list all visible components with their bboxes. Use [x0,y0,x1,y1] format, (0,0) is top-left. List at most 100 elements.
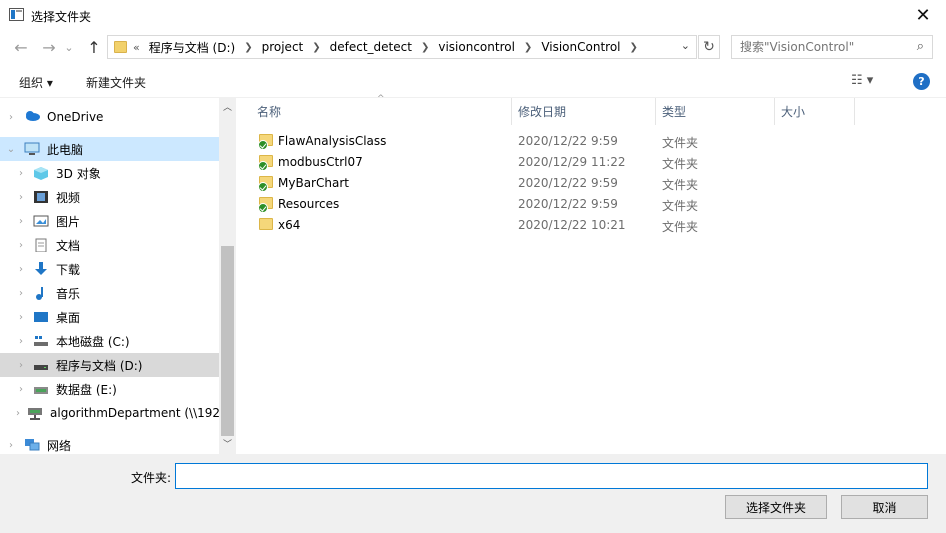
expand-chevron-icon[interactable]: › [16,168,26,179]
file-name: modbusCtrl07 [278,155,363,169]
scroll-down-icon[interactable]: ﹀ [219,435,236,452]
sidebar-item-label: 本地磁盘 (C:) [56,334,130,349]
network-drive-icon [27,406,43,420]
sidebar-item-label: 网络 [47,438,72,453]
list-item[interactable]: Resources 2020/12/22 9:59 文件夹 [253,194,873,215]
sidebar-item-drive-d[interactable]: › 程序与文档 (D:) [0,353,219,377]
search-box[interactable]: ⌕ [731,35,933,59]
breadcrumb: « 程序与文档 (D:) ❯ project ❯ defect_detect ❯… [133,39,647,56]
sidebar-scrollbar[interactable]: ︿ ﹀ [219,98,236,454]
expand-chevron-icon[interactable]: › [16,408,20,419]
search-input[interactable] [740,40,910,54]
sidebar-item-onedrive[interactable]: › OneDrive [0,105,219,129]
column-header-name[interactable]: 名称 [251,98,512,125]
sidebar-item-this-pc[interactable]: ⌄ 此电脑 [0,137,219,161]
sidebar-item-local-disk-c[interactable]: › 本地磁盘 (C:) [0,329,219,353]
desktop-icon [33,310,49,324]
sidebar-item-music[interactable]: › 音乐 [0,281,219,305]
breadcrumb-item[interactable]: project [262,40,304,54]
file-name: MyBarChart [278,176,349,190]
file-type: 文件夹 [662,136,699,150]
breadcrumb-item[interactable]: visioncontrol [438,40,515,54]
window-title: 选择文件夹 [31,10,92,24]
sidebar-item-downloads[interactable]: › 下载 [0,257,219,281]
sidebar-item-label: 桌面 [56,310,81,325]
expand-chevron-icon[interactable]: › [16,216,26,227]
refresh-button[interactable]: ↻ [698,35,720,59]
breadcrumb-separator-icon[interactable]: ❯ [524,42,532,53]
file-date: 2020/12/22 10:21 [518,218,626,232]
breadcrumb-item[interactable]: 程序与文档 (D:) [149,39,235,56]
dialog-footer: 文件夹: 选择文件夹 取消 [0,454,946,533]
expand-chevron-icon[interactable]: › [16,384,26,395]
expand-chevron-icon[interactable]: › [16,264,26,275]
sidebar-item-label: algorithmDepartment (\\192 [50,406,219,420]
sidebar-item-label: OneDrive [47,110,104,124]
sidebar-item-videos[interactable]: › 视频 [0,185,219,209]
list-item[interactable]: x64 2020/12/22 10:21 文件夹 [253,215,873,236]
expand-chevron-icon[interactable]: › [16,312,26,323]
cancel-button[interactable]: 取消 [841,495,928,519]
file-date: 2020/12/22 9:59 [518,197,618,211]
cube-icon [33,166,49,180]
breadcrumb-separator-icon[interactable]: ❯ [312,42,320,53]
expand-chevron-icon[interactable]: › [6,440,16,451]
expand-chevron-icon[interactable]: › [16,192,26,203]
close-button[interactable]: ✕ [900,0,946,31]
help-icon[interactable]: ? [913,73,930,90]
expand-chevron-icon[interactable]: › [16,240,26,251]
address-dropdown-icon[interactable]: ⌄ [681,39,690,52]
breadcrumb-separator-icon[interactable]: ❯ [421,42,429,53]
sidebar-item-label: 图片 [56,214,81,229]
view-options-button[interactable]: ☷ ▾ [851,73,873,88]
breadcrumb-separator-icon[interactable]: ❯ [630,42,638,53]
download-icon [33,262,49,276]
expand-chevron-icon[interactable]: › [16,360,26,371]
new-folder-button[interactable]: 新建文件夹 [86,74,146,91]
list-item[interactable]: MyBarChart 2020/12/22 9:59 文件夹 [253,173,873,194]
address-bar[interactable]: « 程序与文档 (D:) ❯ project ❯ defect_detect ❯… [107,35,697,59]
command-bar: 组织 ▾ 新建文件夹 ☷ ▾ ? [0,64,946,98]
column-header-type[interactable]: 类型 [656,98,775,125]
sidebar-item-network-drive[interactable]: › algorithmDepartment (\\192 [0,401,219,425]
file-name: Resources [278,197,340,211]
file-type: 文件夹 [662,157,699,171]
sidebar-item-network[interactable]: › 网络 [0,433,219,454]
list-item[interactable]: modbusCtrl07 2020/12/29 11:22 文件夹 [253,152,873,173]
scroll-up-icon[interactable]: ︿ [219,98,236,115]
collapse-chevron-icon[interactable]: ⌄ [6,144,16,155]
search-icon[interactable]: ⌕ [917,39,924,54]
column-header-modified[interactable]: 修改日期 [512,98,656,125]
synced-check-icon [258,203,268,213]
folder-icon [114,41,127,53]
file-date: 2020/12/29 11:22 [518,155,626,169]
scrollbar-thumb[interactable] [221,246,234,436]
folder-field-label: 文件夹: [131,471,172,485]
organize-button[interactable]: 组织 ▾ [19,74,53,91]
breadcrumb-separator-icon[interactable]: ❯ [244,42,252,53]
list-item[interactable]: FlawAnalysisClass 2020/12/22 9:59 文件夹 [253,131,873,152]
up-button[interactable]: ↑ [83,37,105,57]
sidebar-item-3d-objects[interactable]: › 3D 对象 [0,161,219,185]
folder-name-field[interactable] [175,463,928,489]
breadcrumb-item[interactable]: defect_detect [330,40,412,54]
select-folder-button[interactable]: 选择文件夹 [725,495,827,519]
forward-button[interactable]: → [38,37,60,57]
column-header-size[interactable]: 大小 [775,98,855,125]
sidebar-item-label: 文档 [56,238,81,253]
file-date: 2020/12/22 9:59 [518,176,618,190]
expand-chevron-icon[interactable]: › [16,288,26,299]
navigation-pane: › OneDrive ⌄ 此电脑 › 3D 对象 › 视频 › 图片 › 文档 … [0,98,236,454]
expand-chevron-icon[interactable]: › [6,112,16,123]
sidebar-item-drive-e[interactable]: › 数据盘 (E:) [0,377,219,401]
sidebar-item-pictures[interactable]: › 图片 [0,209,219,233]
synced-check-icon [258,182,268,192]
sidebar-item-label: 数据盘 (E:) [56,382,117,397]
breadcrumb-item[interactable]: VisionControl [541,40,620,54]
back-button[interactable]: ← [10,37,32,57]
sidebar-item-documents[interactable]: › 文档 [0,233,219,257]
sidebar-item-desktop[interactable]: › 桌面 [0,305,219,329]
overflow-chevron-icon[interactable]: « [133,41,140,54]
expand-chevron-icon[interactable]: › [16,336,26,347]
recent-locations-button[interactable]: ⌄ [62,37,76,57]
